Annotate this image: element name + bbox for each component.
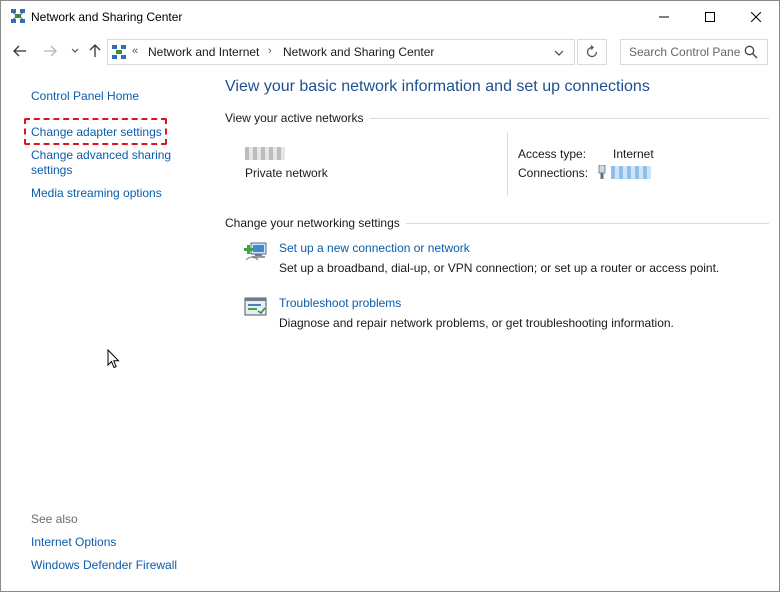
change-adapter-settings-link[interactable]: Change adapter settings [31, 125, 162, 140]
close-icon [751, 11, 761, 22]
windows-defender-firewall-link[interactable]: Windows Defender Firewall [31, 558, 177, 573]
network-type: Private network [245, 166, 328, 180]
navigation-bar: « Network and Internet › Network and Sha… [1, 32, 779, 72]
page-title: View your basic network information and … [225, 78, 650, 95]
access-type-label: Access type: [518, 147, 587, 161]
left-pane: Control Panel Home Change adapter settin… [1, 72, 201, 591]
minimize-icon [659, 16, 669, 17]
set-up-new-connection-link[interactable]: Set up a new connection or network [279, 241, 470, 255]
networking-settings-heading: Change your networking settings [225, 216, 406, 230]
close-button[interactable] [733, 1, 779, 32]
ethernet-icon [598, 165, 606, 179]
change-advanced-sharing-settings-link-line2[interactable]: settings [31, 163, 72, 178]
access-type-value: Internet [613, 147, 654, 161]
set-up-new-connection-description: Set up a broadband, dial-up, or VPN conn… [279, 261, 720, 275]
maximize-icon [705, 11, 715, 22]
mouse-cursor-icon [107, 349, 120, 369]
vertical-divider [507, 132, 508, 196]
minimize-button[interactable] [641, 1, 687, 32]
see-also-heading: See also [31, 512, 78, 526]
chevron-down-icon [71, 48, 79, 53]
connection-name-link-redacted[interactable] [611, 166, 651, 179]
address-dropdown-button[interactable] [550, 44, 568, 62]
network-name-redacted [245, 147, 285, 160]
breadcrumb-separator[interactable]: › [268, 45, 272, 57]
media-streaming-options-link[interactable]: Media streaming options [31, 186, 162, 201]
forward-button[interactable] [41, 42, 59, 60]
recent-locations-button[interactable] [66, 42, 84, 60]
network-sharing-center-window: Network and Sharing Center « Network and… [0, 0, 780, 592]
window-title: Network and Sharing Center [31, 10, 183, 24]
main-pane: View your basic network information and … [201, 72, 779, 591]
control-panel-home-link[interactable]: Control Panel Home [31, 89, 139, 104]
troubleshoot-icon [244, 297, 267, 316]
active-networks-heading: View your active networks [225, 111, 370, 125]
internet-options-link[interactable]: Internet Options [31, 535, 116, 550]
refresh-icon [586, 45, 598, 58]
breadcrumb-network-and-sharing-center[interactable]: Network and Sharing Center [283, 45, 434, 59]
refresh-button[interactable] [577, 39, 607, 65]
up-button[interactable] [86, 42, 104, 60]
arrow-left-icon [13, 45, 26, 57]
search-icon[interactable] [744, 45, 758, 59]
troubleshoot-problems-link[interactable]: Troubleshoot problems [279, 296, 401, 310]
address-bar[interactable]: « Network and Internet › Network and Sha… [107, 39, 575, 65]
new-connection-icon [244, 242, 267, 261]
connections-label: Connections: [518, 166, 589, 180]
troubleshoot-problems-description: Diagnose and repair network problems, or… [279, 316, 674, 330]
arrow-up-icon [89, 44, 101, 57]
network-app-icon [11, 9, 25, 23]
back-button[interactable] [11, 42, 29, 60]
chevron-down-icon [554, 50, 564, 56]
network-location-icon [112, 45, 126, 59]
title-bar: Network and Sharing Center [1, 1, 779, 32]
maximize-button[interactable] [687, 1, 733, 32]
change-advanced-sharing-settings-link[interactable]: Change advanced sharing [31, 148, 171, 163]
arrow-right-icon [44, 45, 57, 57]
breadcrumb-network-and-internet[interactable]: Network and Internet [148, 45, 259, 59]
breadcrumb-overflow[interactable]: « [132, 45, 138, 57]
